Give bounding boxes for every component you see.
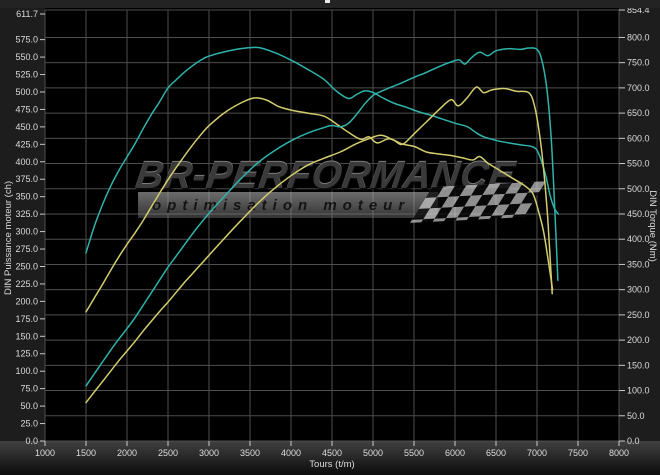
svg-text:100.0: 100.0 [15,366,38,376]
svg-text:375.0: 375.0 [15,174,38,184]
left-axis-title: DIN Puissance moteur (ch) [3,181,14,295]
svg-text:500.0: 500.0 [15,87,38,97]
svg-text:575.0: 575.0 [15,35,38,45]
watermark: BR-Performance optimisation moteur [136,158,534,222]
svg-text:25.0: 25.0 [20,419,38,429]
svg-text:200.0: 200.0 [627,335,650,345]
right-axis-title: DIN Torque (Nm) [647,190,658,262]
svg-text:50.0: 50.0 [20,401,38,411]
svg-text:400.0: 400.0 [15,157,38,167]
watermark-subtitle: optimisation moteur [138,197,410,214]
svg-text:800.0: 800.0 [627,32,650,42]
svg-text:700.0: 700.0 [627,83,650,93]
watermark-band: optimisation moteur [138,192,438,218]
svg-text:500.0: 500.0 [627,184,650,194]
svg-text:550.0: 550.0 [627,159,650,169]
svg-text:150.0: 150.0 [627,360,650,370]
top-strip [0,0,660,8]
svg-text:611.7: 611.7 [16,9,38,19]
svg-text:250.0: 250.0 [627,310,650,320]
svg-text:300.0: 300.0 [627,285,650,295]
svg-text:650.0: 650.0 [627,108,650,118]
svg-text:125.0: 125.0 [15,349,38,359]
svg-text:75.0: 75.0 [20,384,38,394]
svg-text:200.0: 200.0 [15,296,38,306]
svg-text:350.0: 350.0 [15,192,38,202]
svg-text:600.0: 600.0 [627,133,650,143]
svg-text:250.0: 250.0 [15,261,38,271]
svg-text:100.0: 100.0 [627,386,650,396]
plot-area [45,8,619,441]
svg-text:450.0: 450.0 [15,122,38,132]
svg-text:300.0: 300.0 [15,227,38,237]
bottom-margin [0,441,660,475]
svg-text:275.0: 275.0 [15,244,38,254]
svg-text:50.0: 50.0 [627,411,645,421]
svg-text:400.0: 400.0 [627,234,650,244]
svg-text:150.0: 150.0 [15,331,38,341]
svg-text:475.0: 475.0 [15,104,38,114]
svg-text:325.0: 325.0 [15,209,38,219]
svg-text:425.0: 425.0 [15,139,38,149]
svg-text:525.0: 525.0 [15,70,38,80]
svg-text:550.0: 550.0 [15,52,38,62]
cropped-title-remnant [325,0,330,3]
svg-text:225.0: 225.0 [15,279,38,289]
dyno-chart-screen: 611.7 575.0 550.0 525.0 500.0 475.0 450.0 425.0… [0,0,660,475]
svg-text:175.0: 175.0 [15,314,38,324]
svg-text:750.0: 750.0 [627,58,650,68]
svg-text:350.0: 350.0 [627,259,650,269]
svg-text:450.0: 450.0 [627,209,650,219]
